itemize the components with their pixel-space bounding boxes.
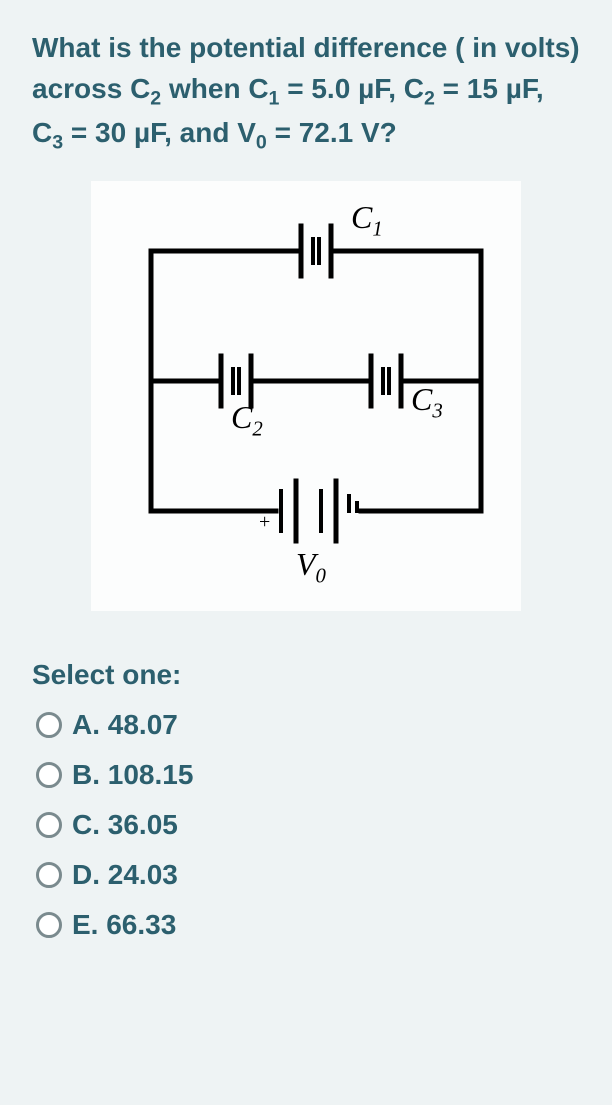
select-one-prompt: Select one: bbox=[32, 659, 580, 691]
radio-icon[interactable] bbox=[36, 862, 62, 888]
label-c2: C2 bbox=[231, 399, 263, 441]
option-d[interactable]: D. 24.03 bbox=[36, 859, 580, 891]
label-c1: C1 bbox=[351, 199, 383, 241]
label-v0-sub: 0 bbox=[316, 564, 326, 587]
label-plus: + bbox=[259, 511, 270, 534]
label-c3-sub: 3 bbox=[432, 399, 442, 422]
label-v0: V0 bbox=[296, 546, 326, 588]
question-text: What is the potential difference ( in vo… bbox=[32, 28, 580, 157]
circuit-diagram: C1 C2 C3 V0 + bbox=[91, 181, 521, 611]
label-c2-text: C bbox=[231, 399, 252, 435]
q-sub: 2 bbox=[150, 87, 161, 109]
label-c3: C3 bbox=[411, 381, 443, 423]
q-sub: 2 bbox=[424, 87, 435, 109]
q-txt: = 72.1 V? bbox=[267, 117, 397, 148]
option-c-label: C. 36.05 bbox=[72, 809, 178, 841]
q-txt: when C bbox=[161, 73, 268, 104]
q-sub: 0 bbox=[256, 131, 267, 153]
option-b-label: B. 108.15 bbox=[72, 759, 193, 791]
option-c[interactable]: C. 36.05 bbox=[36, 809, 580, 841]
option-e[interactable]: E. 66.33 bbox=[36, 909, 580, 941]
label-v0-text: V bbox=[296, 546, 316, 582]
label-c1-text: C bbox=[351, 199, 372, 235]
radio-icon[interactable] bbox=[36, 712, 62, 738]
option-a-label: A. 48.07 bbox=[72, 709, 178, 741]
q-sub: 1 bbox=[269, 87, 280, 109]
options-list: A. 48.07 B. 108.15 C. 36.05 D. 24.03 E. … bbox=[32, 709, 580, 941]
option-e-label: E. 66.33 bbox=[72, 909, 176, 941]
option-d-label: D. 24.03 bbox=[72, 859, 178, 891]
q-sub: 3 bbox=[52, 131, 63, 153]
option-b[interactable]: B. 108.15 bbox=[36, 759, 580, 791]
label-c1-sub: 1 bbox=[372, 217, 382, 240]
radio-icon[interactable] bbox=[36, 912, 62, 938]
label-c3-text: C bbox=[411, 381, 432, 417]
label-c2-sub: 2 bbox=[252, 417, 262, 440]
option-a[interactable]: A. 48.07 bbox=[36, 709, 580, 741]
circuit-diagram-container: C1 C2 C3 V0 + bbox=[32, 181, 580, 611]
q-txt: = 30 µF, and V bbox=[63, 117, 256, 148]
radio-icon[interactable] bbox=[36, 762, 62, 788]
radio-icon[interactable] bbox=[36, 812, 62, 838]
plus-text: + bbox=[259, 511, 270, 533]
q-txt: = 5.0 µF, C bbox=[279, 73, 424, 104]
